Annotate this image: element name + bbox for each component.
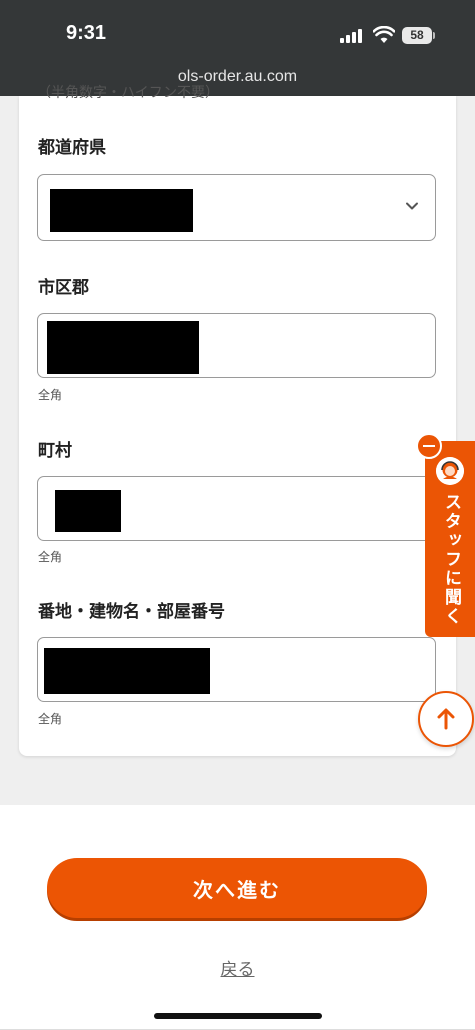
arrow-up-icon [437,708,455,730]
address-input[interactable] [37,637,436,702]
minus-icon[interactable] [416,433,442,459]
city-label: 市区郡 [38,278,89,298]
address-label: 番地・建物名・部屋番号 [38,602,225,622]
wifi-icon [373,26,395,43]
battery-level: 58 [410,28,424,42]
chevron-down-icon [406,202,418,210]
ask-staff-tab[interactable]: スタッフに聞く [425,441,475,637]
ask-staff-label: スタッフに聞く [441,493,461,626]
home-indicator [154,1013,322,1019]
prefecture-select[interactable] [37,174,436,241]
redacted-value [55,490,121,532]
battery-tip [433,32,435,39]
city-hint: 全角 [38,388,63,402]
battery-icon: 58 [402,27,432,44]
prefecture-label: 都道府県 [38,138,106,158]
staff-avatar-icon [436,457,464,485]
next-button[interactable]: 次へ進む [47,858,427,918]
redacted-value [50,189,193,232]
cutoff-text: （半角数字・ハイフン不要） [37,85,219,101]
town-hint: 全角 [38,550,63,564]
redacted-value [47,321,199,374]
address-hint: 全角 [38,712,63,726]
back-link[interactable]: 戻る [0,955,475,980]
city-input[interactable] [37,313,436,378]
status-time: 9:31 [66,22,107,44]
town-input[interactable] [37,476,436,541]
bottom-action-bar: 次へ進む 戻る [0,805,475,1030]
signal-icon [340,29,366,43]
redacted-value [44,648,210,694]
back-to-top-button[interactable] [418,691,474,747]
town-label: 町村 [38,441,72,461]
